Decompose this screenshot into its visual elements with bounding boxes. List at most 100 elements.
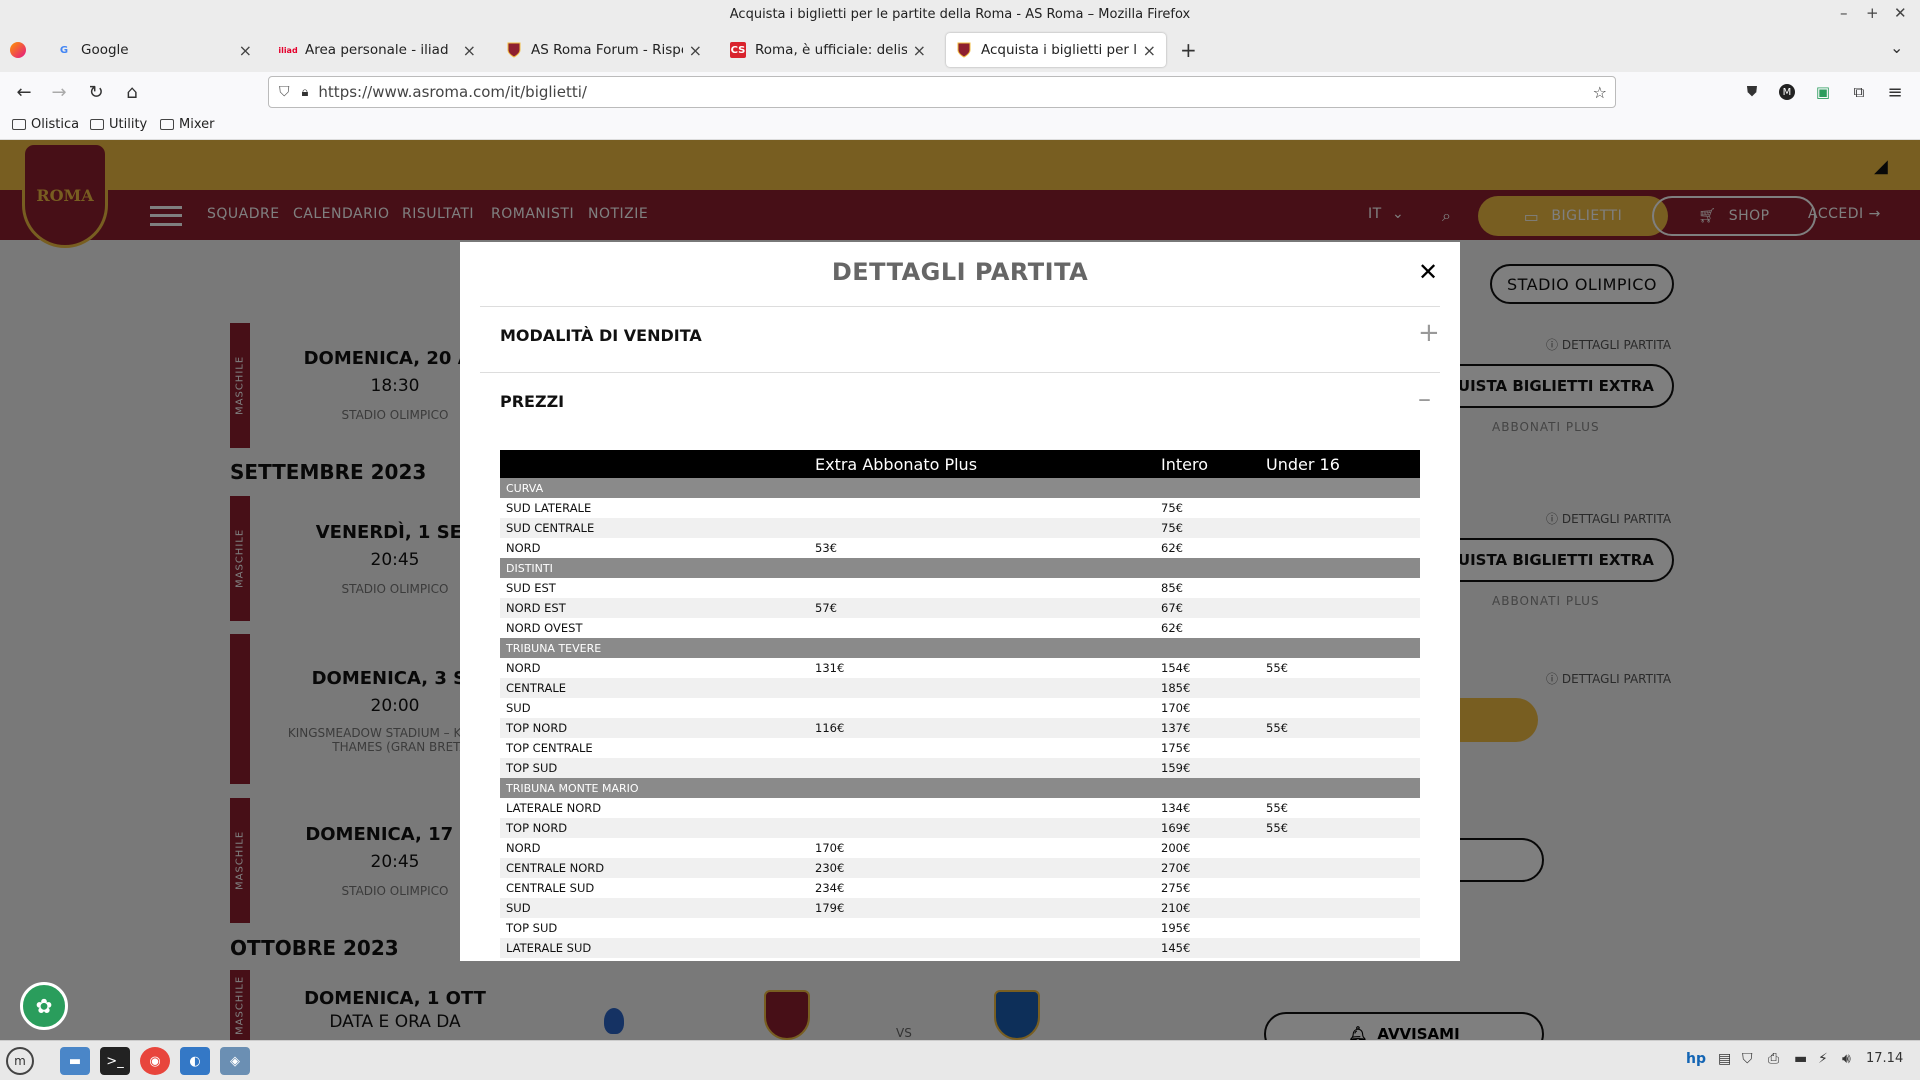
bookmark-utility[interactable]: Utility [90,117,147,132]
table-row: TOP CENTRALE 175€ [500,738,1420,758]
keyboard-icon[interactable]: ▬ [1794,1051,1807,1067]
price-cell [1260,898,1420,918]
tab-label: AS Roma Forum - Rispondi a [531,42,683,58]
column-header: Intero [1155,450,1260,478]
close-tab-icon[interactable]: × [1143,41,1156,60]
close-tab-icon[interactable]: × [913,41,926,60]
clipboard-icon[interactable]: ▤ [1718,1051,1731,1067]
sector-group-name: CURVA [500,478,1420,498]
close-window-icon[interactable]: ✕ [1894,4,1907,22]
home-icon[interactable]: ⌂ [120,80,144,104]
new-tab-icon[interactable]: + [1180,38,1197,62]
price-cell [809,578,1155,598]
price-cell: 170€ [1161,701,1191,715]
webpage: ◢ ROMA SQUADRE CALENDARIO RISULTATI ROMA… [0,140,1920,1040]
hp-icon[interactable]: hp [1686,1051,1706,1067]
close-tab-icon[interactable]: × [239,41,252,60]
price-cell [1260,538,1420,558]
bookmark-olistica[interactable]: Olistica [12,117,79,132]
price-table: Extra Abbonato Plus Intero Under 16 CURV… [500,450,1420,958]
url-text[interactable]: https://www.asroma.com/it/biglietti/ [318,83,587,101]
price-cell [1260,858,1420,878]
cookie-settings-icon[interactable]: ✿ [20,982,68,1030]
sector-group-name: DISTINTI [500,558,1420,578]
price-cell: 55€ [1260,718,1420,738]
roma-shield-icon [956,42,972,58]
extension-icon[interactable]: ▣ [1811,80,1835,104]
minimize-icon[interactable]: – [1840,4,1848,22]
minus-icon[interactable]: – [1418,384,1431,414]
table-row: NORD 53€ 62€ [500,538,1420,558]
price-cell: 57€ [809,598,1155,618]
extensions-puzzle-icon[interactable]: ⧉ [1847,80,1871,104]
os-taskbar: m ▬ >_ ◉ ◐ ◈ hp ▤ ⛉ ⎙ ▬ ⚡︎ 🔊︎ 17.14 [0,1040,1920,1080]
mint-menu-icon[interactable]: m [6,1047,34,1075]
account-icon[interactable]: M [1779,84,1795,100]
sector-group-row: TRIBUNA MONTE MARIO [500,778,1420,798]
accordion-modalita-vendita[interactable]: MODALITÀ DI VENDITA [500,326,702,345]
window-title: Acquista i biglietti per le partite dell… [729,6,1191,22]
close-tab-icon[interactable]: × [689,41,702,60]
plus-icon[interactable]: + [1418,318,1440,348]
price-cell: 145€ [1155,938,1260,958]
files-icon[interactable]: ▬ [60,1047,90,1075]
forward-icon[interactable]: → [47,80,71,104]
lock-icon[interactable]: 🔒︎ [302,85,309,100]
tab-asroma-biglietti[interactable]: Acquista i biglietti per le pa × [946,33,1166,67]
price-cell [1260,678,1420,698]
column-header [500,450,809,478]
price-cell [1260,598,1420,618]
price-cell [1260,518,1420,538]
maximize-icon[interactable]: + [1866,4,1879,22]
sector-name: SUD [506,701,531,715]
price-cell: 131€ [815,661,845,675]
price-table-header: Extra Abbonato Plus Intero Under 16 [500,450,1420,478]
clock[interactable]: 17.14 [1866,1051,1903,1066]
table-row: TOP NORD 169€ 55€ [500,818,1420,838]
price-cell: 62€ [1161,541,1183,555]
tab-iliad[interactable]: iliad Area personale - iliad × [270,33,486,67]
price-cell [809,738,1155,758]
table-row: TOP SUD 159€ [500,758,1420,778]
table-row: NORD 131€ 154€ 55€ [500,658,1420,678]
divider [480,306,1440,307]
printer-icon[interactable]: ⎙ [1768,1051,1779,1067]
firefox-view-icon[interactable] [10,42,26,58]
price-cell [809,758,1155,778]
sector-name: CENTRALE SUD [506,881,595,895]
shield-tray-icon[interactable]: ⛉ [1742,1051,1753,1067]
terminal-icon[interactable]: >_ [100,1047,130,1075]
tab-google[interactable]: G Google × [46,33,262,67]
accordion-prezzi[interactable]: PREZZI [500,392,564,411]
table-row: NORD 170€ 200€ [500,838,1420,858]
url-bar[interactable]: ⛉ 🔒︎ https://www.asroma.com/it/biglietti… [268,76,1616,108]
tab-roma-forum[interactable]: AS Roma Forum - Rispondi a × [496,33,712,67]
pocket-icon[interactable]: ⛊ [1740,80,1764,104]
price-cell [1260,578,1420,598]
price-cell [809,698,1155,718]
bookmark-mixer[interactable]: Mixer [160,117,214,132]
bookmark-star-icon[interactable]: ☆ [1593,83,1607,102]
chrome-icon[interactable]: ◉ [140,1047,170,1075]
price-cell [809,918,1155,938]
firefox-taskbar-icon[interactable]: ◐ [180,1047,210,1075]
price-cell [809,678,1155,698]
volume-icon[interactable]: 🔊︎ [1842,1051,1851,1067]
price-cell: 175€ [1161,741,1191,755]
list-tabs-icon[interactable]: ⌄ [1890,38,1903,57]
price-cell: 62€ [1161,621,1183,635]
close-tab-icon[interactable]: × [463,41,476,60]
network-icon[interactable]: ⚡︎ [1818,1051,1828,1067]
back-icon[interactable]: ← [12,80,36,104]
tracking-shield-icon[interactable]: ⛉ [279,84,290,100]
reload-icon[interactable]: ↻ [84,80,108,104]
sector-name: LATERALE SUD [500,938,809,958]
app-icon[interactable]: ◈ [220,1047,250,1075]
dettagli-partita-modal: DETTAGLI PARTITA ✕ MODALITÀ DI VENDITA +… [460,242,1460,961]
close-icon[interactable]: ✕ [1418,258,1438,286]
divider [480,372,1440,373]
table-row: NORD OVEST 62€ [500,618,1420,638]
menu-hamburger-icon[interactable]: ≡ [1883,80,1907,104]
price-cell [809,618,1155,638]
tab-cs-news[interactable]: CS Roma, è ufficiale: delisting d × [720,33,936,67]
